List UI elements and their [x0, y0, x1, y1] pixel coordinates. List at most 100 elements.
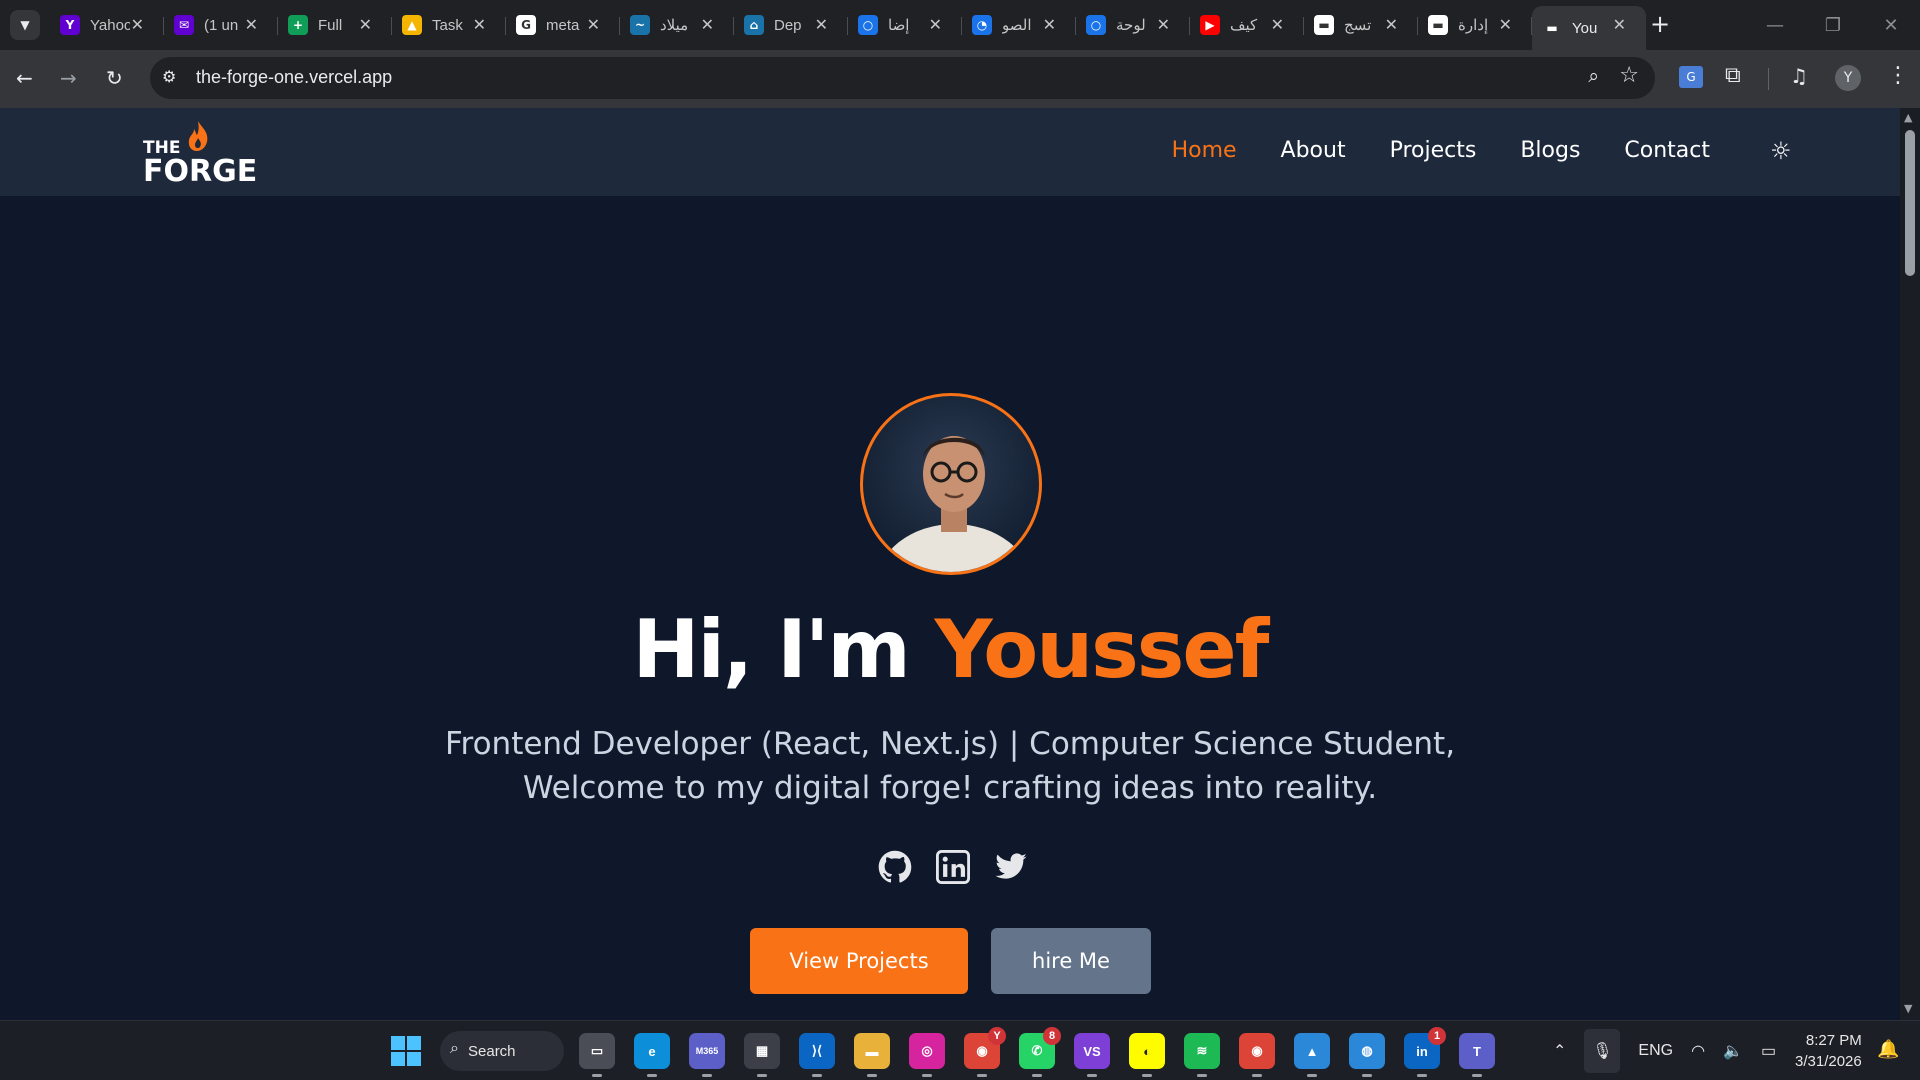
close-icon[interactable]: ✕ — [1385, 15, 1398, 34]
volume-icon[interactable]: 🔈 — [1723, 1041, 1743, 1061]
scroll-down-icon[interactable]: ▼ — [1904, 1002, 1912, 1015]
close-icon[interactable]: ✕ — [701, 15, 714, 34]
address-bar[interactable]: ⚙ the-forge-one.vercel.app ⌕ ☆ — [150, 57, 1655, 99]
notification-bell-icon[interactable]: 🔔 — [1877, 1039, 1899, 1060]
edge-icon[interactable]: e — [634, 1033, 670, 1077]
close-icon[interactable]: ✕ — [1271, 15, 1284, 34]
extensions-icon[interactable]: ⧉ — [1725, 63, 1741, 88]
snapchat-icon[interactable]: ◐ — [1129, 1033, 1165, 1077]
browser-tab[interactable]: ✉ (1 un ✕ — [164, 6, 278, 44]
nav-link-about[interactable]: About — [1281, 138, 1346, 163]
zoom-icon[interactable]: ⌕ — [1588, 65, 1599, 87]
translate-icon[interactable]: G — [1679, 66, 1703, 88]
page-scrollbar[interactable]: ▲ ▼ — [1900, 108, 1920, 1020]
scroll-thumb[interactable] — [1905, 130, 1915, 276]
site-logo[interactable]: THE FORGE — [143, 118, 263, 189]
close-window-button[interactable]: ✕ — [1862, 0, 1920, 50]
windows-start-icon[interactable] — [391, 1036, 421, 1066]
profile-avatar[interactable]: Y — [1835, 65, 1861, 91]
tab-favicon-icon: Y — [60, 15, 80, 35]
sun-icon[interactable]: ☼ — [1770, 137, 1792, 165]
twitter-icon[interactable] — [994, 850, 1028, 884]
battery-icon[interactable]: ▭ — [1761, 1041, 1776, 1061]
browser-tab[interactable]: Y Yahoo ✕ — [50, 6, 164, 44]
tab-favicon-icon: ▶ — [1200, 15, 1220, 35]
linkedin-icon[interactable] — [936, 850, 970, 884]
instagram-icon[interactable]: ◎ — [909, 1033, 945, 1077]
visual-studio-icon[interactable]: VS — [1074, 1033, 1110, 1077]
close-icon[interactable]: ✕ — [1157, 15, 1170, 34]
browser-tab[interactable]: ⌂ Dep ✕ — [734, 6, 848, 44]
browser-tab[interactable]: ▬ تسج ✕ — [1304, 6, 1418, 44]
nav-link-blogs[interactable]: Blogs — [1520, 138, 1580, 163]
chrome-profile-icon[interactable]: ◉ — [1239, 1033, 1275, 1077]
close-icon[interactable]: ✕ — [245, 15, 258, 34]
browser-tab[interactable]: ◔ الصو ✕ — [962, 6, 1076, 44]
url-text[interactable]: the-forge-one.vercel.app — [196, 67, 392, 88]
globe-icon[interactable]: ◍ — [1349, 1033, 1385, 1077]
system-tray: ⌃ 🎙 ENG ◠ 🔈 ▭ — [1553, 1021, 1776, 1080]
spotify-icon[interactable]: ≋ — [1184, 1033, 1220, 1077]
scroll-up-icon[interactable]: ▲ — [1904, 111, 1912, 124]
task-view-icon[interactable]: ▭ — [579, 1033, 615, 1077]
vscode-icon[interactable]: ⟩⟨ — [799, 1033, 835, 1077]
github-icon[interactable] — [878, 850, 912, 884]
running-indicator — [1087, 1074, 1097, 1077]
taskbar-search[interactable]: ⌕ Search — [440, 1031, 564, 1071]
close-icon[interactable]: ✕ — [359, 15, 372, 34]
chevron-up-icon[interactable]: ⌃ — [1553, 1041, 1566, 1061]
close-icon[interactable]: ✕ — [815, 15, 828, 34]
close-icon[interactable]: ✕ — [1499, 15, 1512, 34]
whatsapp-icon[interactable]: ✆ 8 — [1019, 1027, 1061, 1077]
browser-tab[interactable]: ▬ You ✕ — [1532, 6, 1646, 50]
wifi-icon[interactable]: ◠ — [1691, 1041, 1705, 1061]
tab-favicon-icon: ◔ — [972, 15, 992, 35]
site-info-icon[interactable]: ⚙ — [162, 67, 176, 86]
browser-tab[interactable]: ~ ميلاد ✕ — [620, 6, 734, 44]
browser-tab[interactable]: ▬ إدارة ✕ — [1418, 6, 1532, 44]
forward-icon[interactable]: → — [60, 66, 77, 90]
browser-tab[interactable]: ○ إضا ✕ — [848, 6, 962, 44]
media-control-icon[interactable]: ♫ — [1790, 64, 1808, 88]
running-indicator — [867, 1074, 877, 1077]
nav-link-contact[interactable]: Contact — [1624, 138, 1710, 163]
tab-favicon-icon: ○ — [1086, 15, 1106, 35]
close-icon[interactable]: ✕ — [1613, 15, 1626, 34]
linkedin-icon[interactable]: in 1 — [1404, 1027, 1446, 1077]
m365-icon[interactable]: M365 — [689, 1033, 725, 1077]
browser-tab[interactable]: + Full ✕ — [278, 6, 392, 44]
tab-title: ميلاد — [660, 17, 689, 34]
photos-icon[interactable]: ▲ — [1294, 1033, 1330, 1077]
nav-link-projects[interactable]: Projects — [1390, 138, 1477, 163]
store-icon[interactable]: ▦ — [744, 1033, 780, 1077]
kebab-menu-icon[interactable]: ⋮ — [1887, 63, 1909, 88]
explorer-icon[interactable]: ▬ — [854, 1033, 890, 1077]
back-icon[interactable]: ← — [16, 66, 33, 90]
browser-tab[interactable]: ○ لوحة ✕ — [1076, 6, 1190, 44]
restore-button[interactable]: ❐ — [1804, 0, 1862, 50]
close-icon[interactable]: ✕ — [473, 15, 486, 34]
tab-title: كيف — [1230, 17, 1258, 34]
close-icon[interactable]: ✕ — [131, 15, 144, 34]
tab-search-button[interactable]: ▼ — [10, 10, 40, 40]
teams-icon[interactable]: T — [1459, 1033, 1495, 1077]
flame-icon — [188, 121, 208, 151]
reload-icon[interactable]: ↻ — [106, 66, 123, 90]
hire-me-button[interactable]: hire Me — [991, 928, 1151, 994]
close-icon[interactable]: ✕ — [929, 15, 942, 34]
view-projects-button[interactable]: View Projects — [750, 928, 968, 994]
taskbar-apps: ▭ e M365 ▦ ⟩⟨ ▬ ◎ ◉ Y ✆ 8 VS ◐ ≋ ◉ ▲ ◍ in 1 T — [579, 1027, 1495, 1077]
mic-muted-icon[interactable]: 🎙 — [1584, 1029, 1621, 1073]
browser-tab[interactable]: ▲ Task ✕ — [392, 6, 506, 44]
bookmark-star-icon[interactable]: ☆ — [1619, 63, 1639, 88]
browser-tab[interactable]: Gmeta ✕ — [506, 6, 620, 44]
chrome-icon[interactable]: ◉ Y — [964, 1027, 1006, 1077]
nav-link-home[interactable]: Home — [1172, 138, 1237, 163]
new-tab-button[interactable]: + — [1650, 10, 1670, 38]
close-icon[interactable]: ✕ — [587, 15, 600, 34]
language-indicator[interactable]: ENG — [1638, 1042, 1673, 1060]
clock[interactable]: 8:27 PM 3/31/2026 — [1795, 1030, 1862, 1072]
close-icon[interactable]: ✕ — [1043, 15, 1056, 34]
minimize-button[interactable]: — — [1746, 0, 1804, 50]
browser-tab[interactable]: ▶ كيف ✕ — [1190, 6, 1304, 44]
